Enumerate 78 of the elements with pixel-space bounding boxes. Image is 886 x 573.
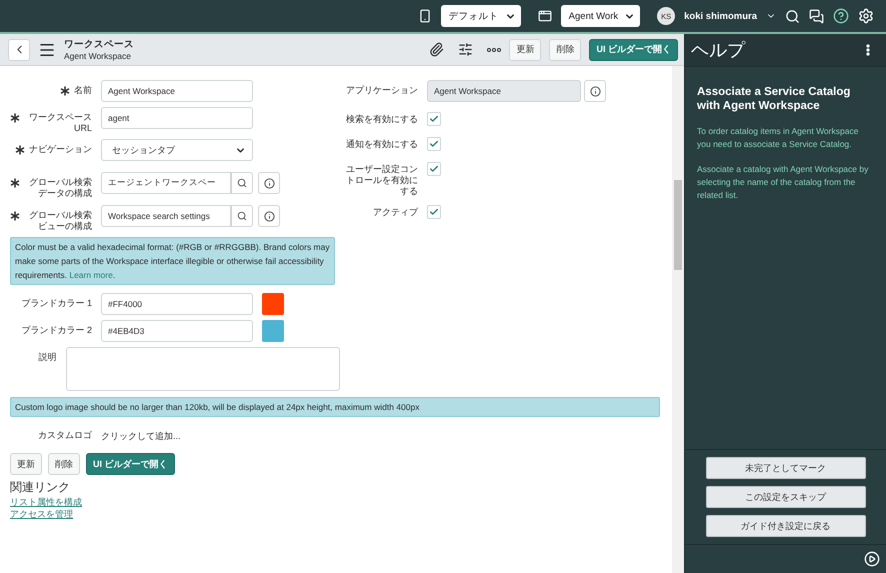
field-label: ブランドカラー 1 bbox=[20, 297, 92, 309]
phone-icon bbox=[418, 9, 432, 23]
info-button[interactable] bbox=[258, 205, 280, 227]
field-label: 検索を有効にする bbox=[345, 113, 418, 125]
play-icon bbox=[864, 551, 880, 567]
help-button[interactable]: 未完了としてマーク bbox=[706, 457, 866, 479]
help-text: To order catalog items in Agent Workspace you need to associate a Service Catalog. bbox=[697, 125, 860, 151]
help-icon bbox=[833, 8, 849, 24]
form-subtitle: Agent Workspace bbox=[64, 51, 131, 61]
field-label: アクティブ bbox=[372, 206, 418, 218]
related-links-title: 関連リンク bbox=[10, 479, 70, 496]
color-format-message: Color must be a valid hexadecimal format: (#RGB or #RRGGBB). Brand colors may make some parts of the Workspace interface illegible or otherwise fail accessibility requirements. Learn more. bbox=[10, 237, 335, 285]
field-label: 説明 bbox=[38, 351, 57, 363]
search-button[interactable] bbox=[231, 172, 253, 194]
add-logo-link[interactable]: クリックして追加... bbox=[101, 425, 181, 443]
check-icon bbox=[429, 139, 439, 149]
help-button[interactable]: この設定をスキップ bbox=[706, 486, 866, 508]
window-icon bbox=[538, 9, 552, 23]
help-text: Associate a catalog with Agent Workspace by selecting the name of the catalog from the related list. bbox=[697, 163, 870, 202]
text-field[interactable]: Agent Workspace bbox=[101, 80, 253, 102]
info-icon bbox=[590, 86, 600, 96]
related-link[interactable]: アクセスを管理 bbox=[10, 508, 73, 520]
field-label: ナビゲーション bbox=[29, 144, 92, 155]
navigation-select[interactable]: セッションタブ bbox=[101, 139, 253, 161]
color-field[interactable]: #4EB4D3 bbox=[101, 320, 253, 342]
user-name[interactable]: koki shimomura bbox=[684, 10, 757, 22]
field-label: アプリケーション bbox=[345, 84, 418, 96]
checkbox[interactable] bbox=[427, 205, 441, 219]
field-label: 通知を有効にする bbox=[345, 138, 418, 150]
reference-field[interactable]: Workspace search settings bbox=[101, 205, 231, 227]
field-label: カスタムロゴ bbox=[37, 429, 92, 441]
checkbox[interactable] bbox=[427, 162, 441, 176]
search-icon bbox=[237, 211, 247, 221]
sliders-icon bbox=[458, 42, 474, 57]
color-field[interactable]: #FF4000 bbox=[101, 293, 253, 315]
field-label: グローバル検索データの構成 bbox=[28, 177, 92, 199]
open-builder-button[interactable]: UI ビルダーで開く bbox=[589, 38, 678, 60]
update-set-picker[interactable]: デフォルト bbox=[440, 5, 521, 27]
search-icon bbox=[785, 8, 800, 24]
application-picker[interactable]: Agent Work bbox=[560, 5, 640, 27]
more-icon[interactable] bbox=[487, 48, 502, 52]
description-field[interactable] bbox=[66, 347, 340, 391]
field-label: ユーザー設定コントロールを有効にする bbox=[345, 163, 418, 197]
search-button[interactable] bbox=[231, 205, 253, 227]
more-icon[interactable] bbox=[866, 44, 870, 56]
checkbox[interactable] bbox=[427, 137, 441, 151]
footer-button[interactable]: 更新 bbox=[10, 453, 42, 475]
checkbox[interactable] bbox=[427, 112, 441, 126]
paperclip-icon bbox=[429, 42, 444, 57]
header-button[interactable]: 更新 bbox=[509, 38, 542, 60]
header-button[interactable]: 削除 bbox=[549, 38, 582, 60]
search-icon bbox=[237, 178, 247, 188]
back-button[interactable] bbox=[8, 38, 30, 60]
chat-icon bbox=[809, 8, 824, 24]
footer-button[interactable]: 削除 bbox=[48, 453, 80, 475]
reference-field[interactable]: エージェントワークスペー bbox=[101, 172, 231, 194]
help-title: ヘルプ bbox=[691, 39, 745, 62]
application-field[interactable]: Agent Workspace bbox=[427, 80, 581, 102]
field-label: 名前 bbox=[74, 85, 92, 96]
scrollbar[interactable] bbox=[672, 66, 684, 573]
check-icon bbox=[429, 207, 439, 217]
related-link[interactable]: リスト属性を構成 bbox=[10, 496, 82, 508]
check-icon bbox=[429, 164, 439, 174]
open-builder-button[interactable]: UI ビルダーで開く bbox=[86, 453, 175, 475]
field-label: グローバル検索ビューの構成 bbox=[28, 210, 92, 232]
info-button[interactable] bbox=[258, 172, 280, 194]
field-label: ワークスペース URL bbox=[28, 112, 92, 134]
field-label: ブランドカラー 2 bbox=[20, 324, 92, 336]
check-icon bbox=[429, 114, 439, 124]
form-title: ワークスペース bbox=[64, 38, 134, 51]
help-heading: Associate a Service Catalog with Agent Workspace bbox=[697, 85, 852, 113]
info-icon bbox=[264, 178, 274, 188]
help-button[interactable]: ガイド付き設定に戻る bbox=[706, 515, 866, 537]
info-icon bbox=[264, 210, 274, 222]
text-field[interactable]: agent bbox=[101, 107, 253, 129]
info-button[interactable] bbox=[584, 80, 606, 102]
settings-icon bbox=[858, 8, 874, 24]
logo-size-message: Custom logo image should be no larger than 120kb, will be displayed at 24px height, maximum width 400px bbox=[10, 397, 660, 417]
